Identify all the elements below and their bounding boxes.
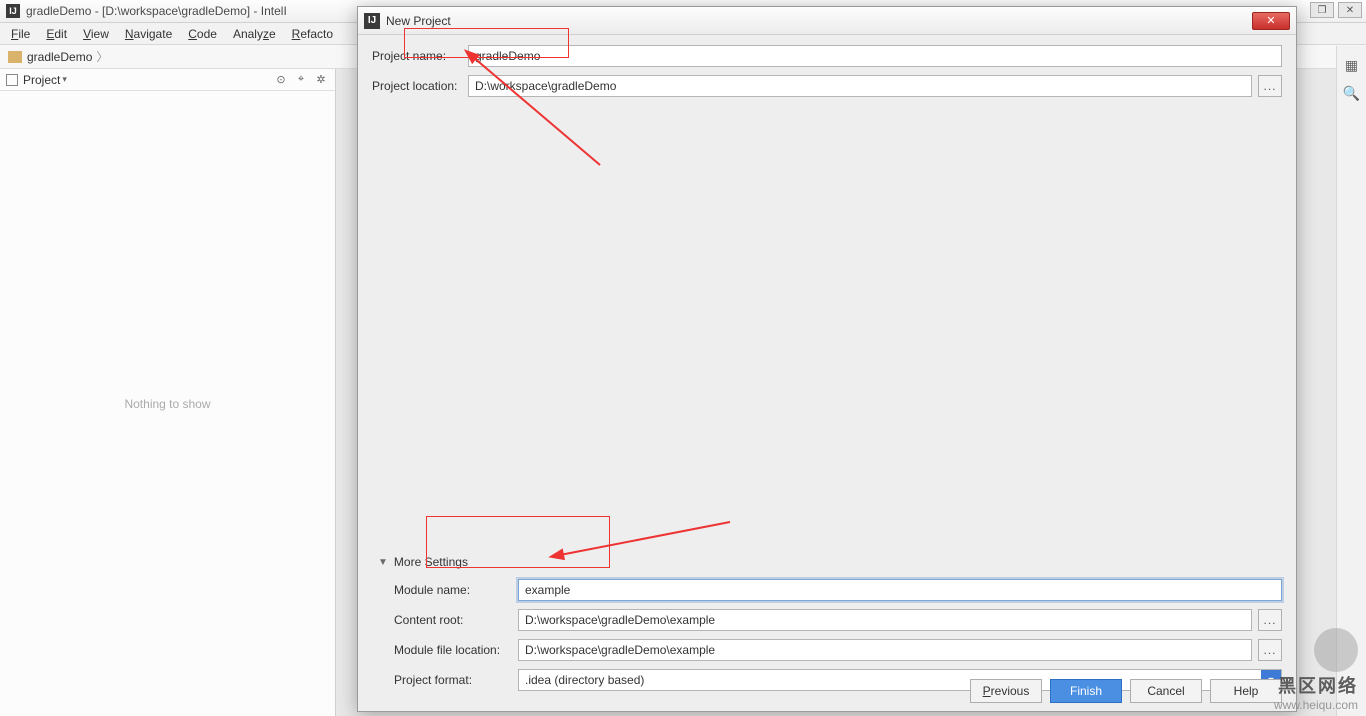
browse-content-root-button[interactable]: ...: [1258, 609, 1282, 631]
menu-analyze[interactable]: Analyze: [226, 25, 283, 43]
project-panel-title[interactable]: Project: [23, 73, 60, 87]
project-name-input[interactable]: [468, 45, 1282, 67]
content-root-input[interactable]: [518, 609, 1252, 631]
project-tool-window: Project ▾ ⊙ ⌖ ✲ Nothing to show: [0, 69, 336, 716]
chevron-right-icon: 〉: [96, 48, 108, 65]
search-icon[interactable]: 🔍: [1343, 84, 1361, 102]
project-location-input[interactable]: [468, 75, 1252, 97]
breadcrumb-root[interactable]: gradleDemo: [27, 50, 92, 64]
more-settings-label: More Settings: [394, 555, 468, 569]
cancel-button[interactable]: Cancel: [1130, 679, 1202, 703]
finish-button[interactable]: Finish: [1050, 679, 1122, 703]
project-format-value: .idea (directory based): [525, 673, 644, 687]
chevron-down-icon[interactable]: ▾: [62, 74, 67, 85]
project-panel-header: Project ▾ ⊙ ⌖ ✲: [0, 69, 335, 91]
folder-icon: [8, 51, 22, 63]
triangle-down-icon: ▼: [378, 557, 388, 568]
menu-navigate[interactable]: Navigate: [118, 25, 179, 43]
window-close-button[interactable]: ✕: [1338, 2, 1362, 18]
intellij-icon: IJ: [6, 4, 20, 18]
window-restore-button[interactable]: ❐: [1310, 2, 1334, 18]
intellij-icon: IJ: [364, 13, 380, 29]
project-name-label: Project name:: [372, 49, 468, 63]
menu-code[interactable]: Code: [181, 25, 224, 43]
menu-file[interactable]: File: [4, 25, 37, 43]
target-icon[interactable]: ⌖: [293, 72, 309, 88]
new-project-dialog: IJ New Project ✕ Project name: Project l…: [357, 6, 1297, 712]
menu-edit[interactable]: Edit: [39, 25, 74, 43]
dialog-titlebar: IJ New Project ✕: [358, 7, 1296, 35]
menu-view[interactable]: View: [76, 25, 116, 43]
module-file-location-label: Module file location:: [394, 643, 518, 657]
dialog-title: New Project: [386, 14, 451, 28]
previous-button[interactable]: Previous: [970, 679, 1042, 703]
menu-refactor[interactable]: Refacto: [285, 25, 340, 43]
project-empty-text: Nothing to show: [0, 91, 335, 716]
ide-title: gradleDemo - [D:\workspace\gradleDemo] -…: [26, 4, 287, 18]
project-icon: [6, 74, 18, 86]
module-name-input[interactable]: [518, 579, 1282, 601]
right-tool-gutter: ▦ 🔍: [1336, 46, 1366, 716]
content-root-label: Content root:: [394, 613, 518, 627]
dialog-close-button[interactable]: ✕: [1252, 12, 1290, 30]
gear-icon[interactable]: ✲: [313, 72, 329, 88]
browse-module-file-button[interactable]: ...: [1258, 639, 1282, 661]
module-file-location-input[interactable]: [518, 639, 1252, 661]
help-button[interactable]: Help: [1210, 679, 1282, 703]
project-format-label: Project format:: [394, 673, 518, 687]
grid-tool-icon[interactable]: ▦: [1343, 56, 1361, 74]
project-location-label: Project location:: [372, 79, 468, 93]
browse-location-button[interactable]: ...: [1258, 75, 1282, 97]
more-settings-toggle[interactable]: ▼ More Settings: [378, 555, 1282, 569]
collapse-icon[interactable]: ⊙: [273, 72, 289, 88]
module-name-label: Module name:: [394, 583, 518, 597]
